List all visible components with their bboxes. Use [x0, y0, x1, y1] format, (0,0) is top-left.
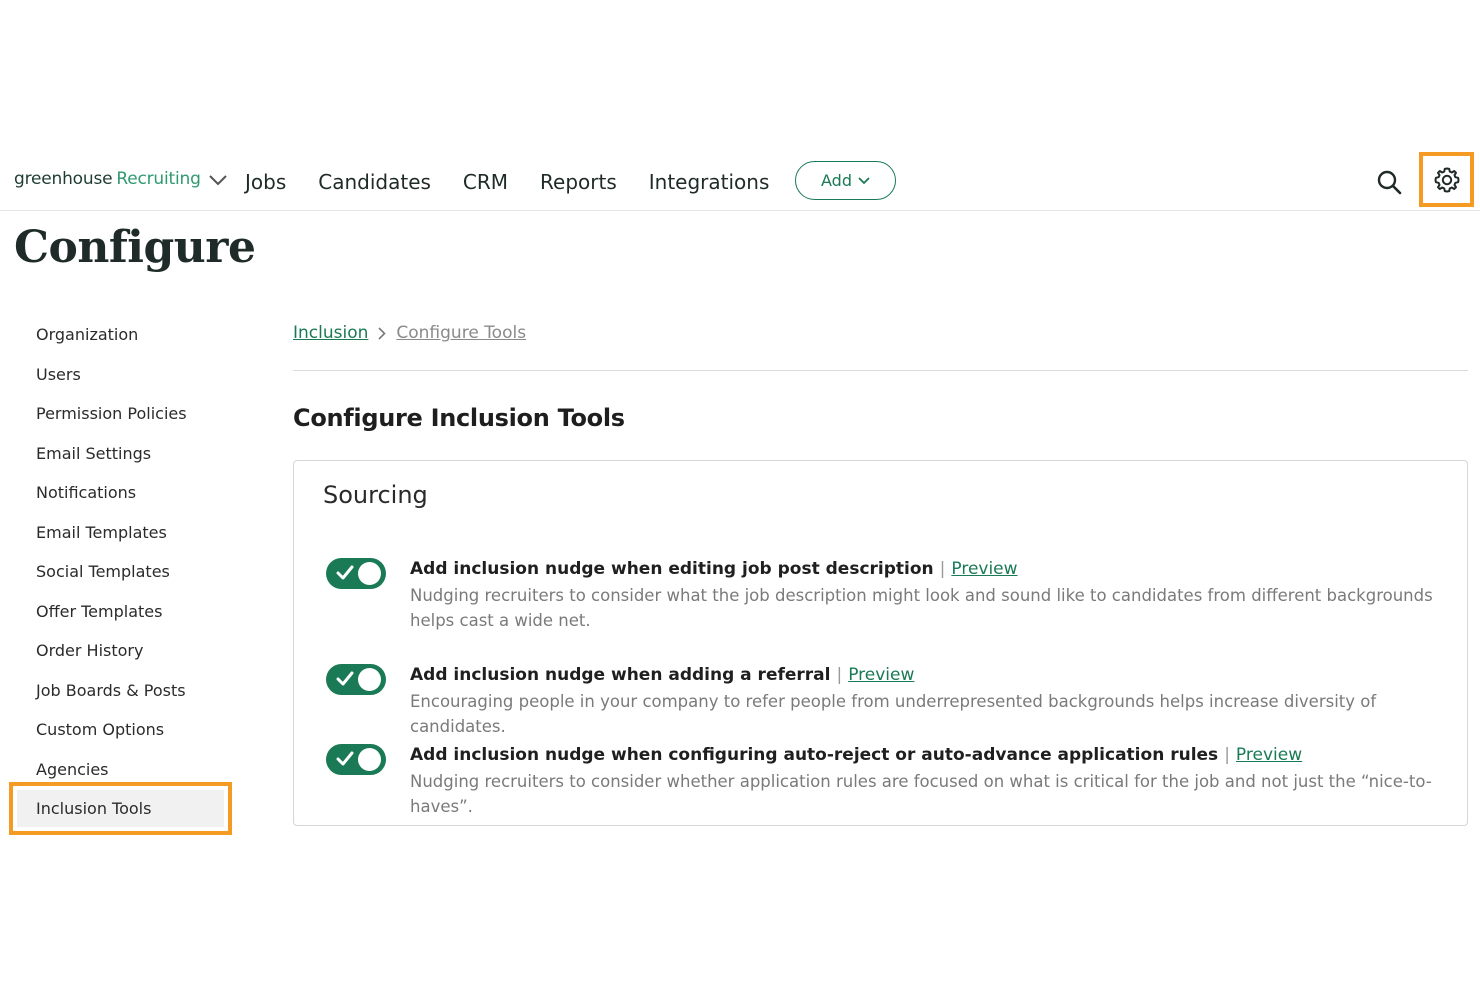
logo-product: Recruiting: [116, 169, 201, 189]
setting-title: Add inclusion nudge when adding a referr…: [410, 664, 1460, 686]
chevron-down-icon: [858, 176, 870, 184]
nav-jobs[interactable]: Jobs: [245, 170, 286, 194]
preview-link[interactable]: Preview: [951, 559, 1017, 579]
preview-link[interactable]: Preview: [848, 665, 914, 685]
nav-reports[interactable]: Reports: [540, 170, 617, 194]
toggle-switch[interactable]: [326, 558, 386, 589]
sidebar-item-agencies[interactable]: Agencies: [36, 760, 109, 779]
card-title: Sourcing: [323, 481, 428, 509]
toggle-knob: [358, 668, 381, 691]
setting-title: Add inclusion nudge when configuring aut…: [410, 744, 1460, 766]
sidebar-item-notifications[interactable]: Notifications: [36, 483, 136, 502]
logo-brand: greenhouse: [14, 169, 113, 189]
chevron-right-icon: [378, 326, 387, 340]
nav-crm[interactable]: CRM: [463, 170, 508, 194]
setting-text: Add inclusion nudge when adding a referr…: [410, 664, 1460, 739]
page-title: Configure: [14, 222, 256, 273]
sidebar-item-order-history[interactable]: Order History: [36, 641, 143, 660]
setting-description: Nudging recruiters to consider what the …: [410, 586, 1433, 630]
gear-icon: [1434, 167, 1459, 192]
sidebar-item-inclusion-tools[interactable]: Inclusion Tools: [36, 799, 151, 818]
toggle-switch[interactable]: [326, 664, 386, 695]
setting-text: Add inclusion nudge when editing job pos…: [410, 558, 1460, 633]
toggle-knob: [358, 562, 381, 585]
sourcing-card: Sourcing Add inclusion nudge when editin…: [293, 460, 1468, 826]
search-icon[interactable]: [1376, 169, 1402, 195]
breadcrumb: Inclusion Configure Tools: [293, 323, 526, 343]
breadcrumb-current[interactable]: Configure Tools: [396, 323, 526, 343]
sidebar-item-organization[interactable]: Organization: [36, 325, 138, 344]
sidebar-item-users[interactable]: Users: [36, 365, 81, 384]
separator: |: [836, 665, 843, 685]
breadcrumb-inclusion-link[interactable]: Inclusion: [293, 323, 368, 343]
setting-title-text: Add inclusion nudge when adding a referr…: [410, 665, 831, 685]
toggle-knob: [358, 748, 381, 771]
setting-description: Nudging recruiters to consider whether a…: [410, 772, 1432, 816]
check-icon: [336, 751, 354, 766]
setting-title-text: Add inclusion nudge when configuring aut…: [410, 745, 1219, 765]
setting-title: Add inclusion nudge when editing job pos…: [410, 558, 1460, 580]
setting-text: Add inclusion nudge when configuring aut…: [410, 744, 1460, 819]
top-navigation: greenhouse Recruiting Jobs Candidates CR…: [0, 150, 1480, 211]
sidebar-item-permission-policies[interactable]: Permission Policies: [36, 404, 187, 423]
app-switcher[interactable]: greenhouse Recruiting: [14, 169, 227, 189]
section-heading: Configure Inclusion Tools: [293, 404, 625, 432]
add-button[interactable]: Add: [795, 161, 896, 200]
sidebar-item-job-boards-posts[interactable]: Job Boards & Posts: [36, 681, 186, 700]
main-nav: Jobs Candidates CRM Reports Integrations: [245, 170, 801, 194]
chevron-down-icon: [208, 175, 227, 186]
sidebar-item-social-templates[interactable]: Social Templates: [36, 562, 170, 581]
settings-button[interactable]: [1419, 152, 1474, 207]
check-icon: [336, 565, 354, 580]
toggle-switch[interactable]: [326, 744, 386, 775]
sidebar-item-custom-options[interactable]: Custom Options: [36, 720, 164, 739]
separator: |: [939, 559, 946, 579]
setting-description: Encouraging people in your company to re…: [410, 692, 1377, 736]
add-button-label: Add: [821, 171, 852, 190]
preview-link[interactable]: Preview: [1236, 745, 1302, 765]
separator: |: [1224, 745, 1230, 765]
sidebar-item-email-settings[interactable]: Email Settings: [36, 444, 151, 463]
nav-integrations[interactable]: Integrations: [649, 170, 770, 194]
check-icon: [336, 671, 354, 686]
divider: [293, 370, 1468, 371]
setting-title-text: Add inclusion nudge when editing job pos…: [410, 559, 934, 579]
sidebar-item-offer-templates[interactable]: Offer Templates: [36, 602, 162, 621]
sidebar-item-email-templates[interactable]: Email Templates: [36, 523, 167, 542]
nav-candidates[interactable]: Candidates: [318, 170, 431, 194]
